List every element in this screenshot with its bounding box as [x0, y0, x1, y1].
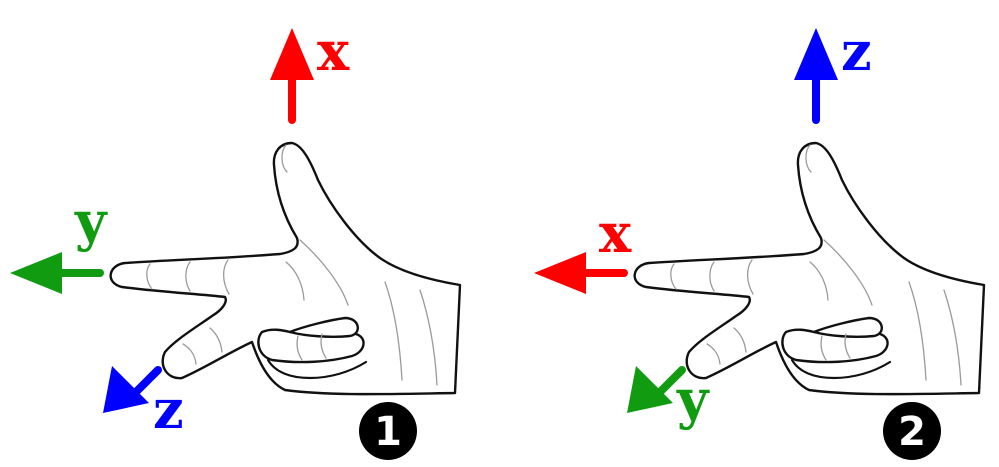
panel-1: x y z 1: [10, 19, 462, 460]
axis-label-up: x: [317, 19, 350, 83]
axis-label-left: y: [74, 189, 108, 253]
axis-arrow-down: [103, 366, 162, 413]
axis-label-left: x: [599, 201, 632, 265]
axis-arrow-left: [10, 252, 104, 294]
badge-number: 1: [374, 409, 402, 455]
panel-number-badge: 2: [883, 402, 941, 460]
axis-arrow-up: [270, 28, 314, 124]
axis-label-up: z: [841, 19, 872, 83]
panel-number-badge: 1: [359, 402, 417, 460]
axis-label-down: y: [676, 367, 710, 431]
axis-label-down: z: [153, 377, 184, 441]
coordinate-hands-diagram: x y z 1 z x y 2: [10, 19, 986, 460]
axis-arrow-up: [794, 28, 838, 124]
hand-illustration: [633, 141, 986, 396]
axis-arrow-down: [627, 366, 686, 413]
hand-illustration: [109, 141, 462, 396]
panel-2: z x y 2: [534, 19, 986, 460]
badge-number: 2: [898, 409, 926, 455]
